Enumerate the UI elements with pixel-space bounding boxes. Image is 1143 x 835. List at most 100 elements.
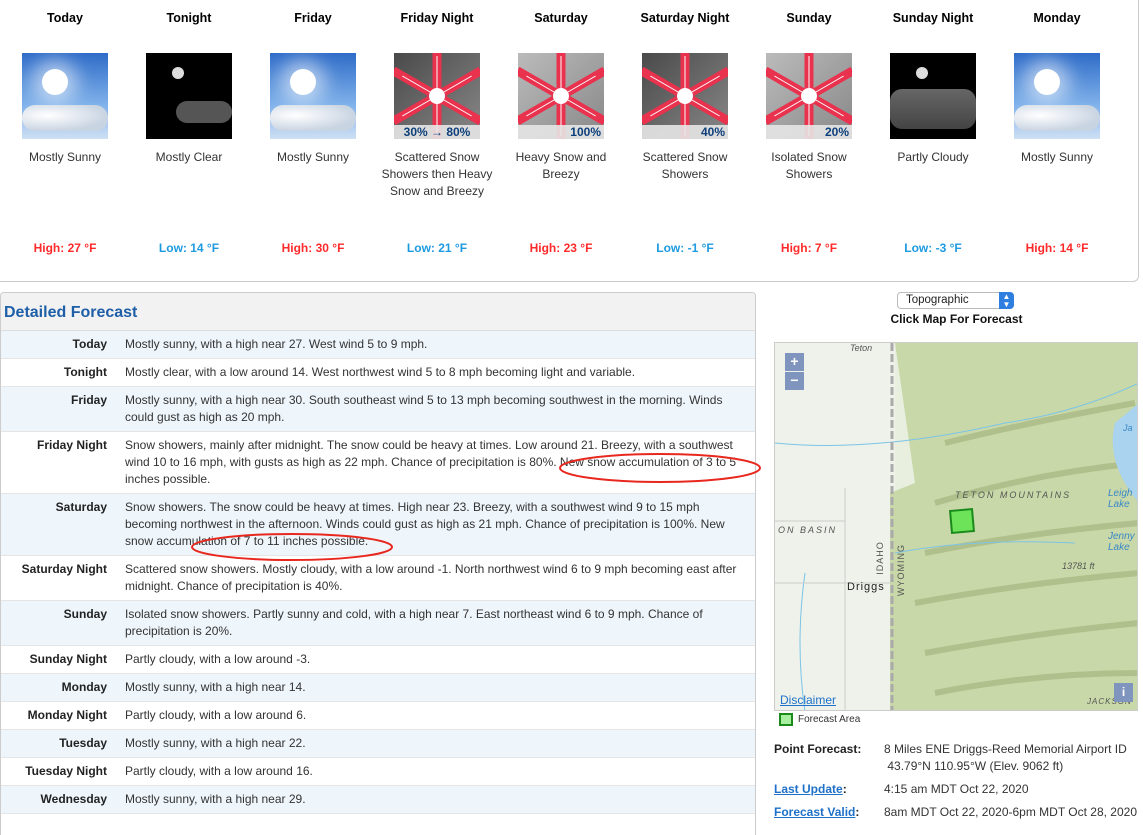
row-period: Wednesday <box>40 792 107 806</box>
period-temperature: Low: -3 °F <box>904 241 962 255</box>
short-description: Mostly Clear <box>155 150 223 164</box>
map-label-ja: Ja <box>1123 423 1133 433</box>
row-text: Partly cloudy, with a low around 16. <box>125 764 313 778</box>
forecast-period: Saturday Night 40% Scattered Snow Showers L… <box>623 10 747 255</box>
map-label-idaho: IDAHO <box>874 541 885 575</box>
last-update-row: Last Update: 4:15 am MDT Oct 22, 2020 <box>774 782 1029 796</box>
period-name: Sunday <box>786 11 832 25</box>
period-name: Saturday Night <box>640 11 730 25</box>
sunny-icon <box>1014 53 1100 139</box>
click-map-label: Click Map For Forecast <box>890 312 1023 326</box>
snow-icon: 20% <box>766 53 852 139</box>
map-label-driggs: Driggs <box>847 581 885 593</box>
detailed-forecast-row: Sunday Night Partly cloudy, with a low ar… <box>1 646 755 674</box>
period-temperature: High: 27 °F <box>33 241 97 255</box>
map-label-jenny: Jenny Lake <box>1108 531 1135 553</box>
row-period: Tonight <box>63 365 107 379</box>
period-name: Friday <box>294 11 332 25</box>
disclaimer-link[interactable]: Disclaimer <box>780 693 836 707</box>
row-text: Isolated snow showers. Partly sunny and … <box>125 607 703 638</box>
detailed-forecast-row: Tonight Mostly clear, with a low around 1… <box>1 359 755 387</box>
row-text: Snow showers. The snow could be heavy at… <box>125 500 725 548</box>
forecast-area-legend-icon <box>779 713 793 726</box>
period-temperature: High: 30 °F <box>281 241 345 255</box>
forecast-period: Saturday 100% Heavy Snow and Breezy High: 2… <box>499 10 623 255</box>
tombstone-forecast: Today Mostly Sunny High: 27 °F Tonight Mostl… <box>0 0 1139 282</box>
period-temperature: High: 23 °F <box>529 241 593 255</box>
row-period: Saturday <box>55 500 107 514</box>
row-period: Monday Night <box>27 708 107 722</box>
precip-chance: 40% <box>642 125 728 139</box>
period-name: Today <box>47 11 83 25</box>
snow-icon: 30% → 80% <box>394 53 480 139</box>
period-name: Monday <box>1033 11 1081 25</box>
forecast-period: Monday Mostly Sunny High: 14 °F <box>995 10 1119 255</box>
period-name: Tonight <box>166 11 212 25</box>
forecast-period: Tonight Mostly Clear Low: 14 °F <box>127 10 251 255</box>
precip-chance: 30% → 80% <box>394 125 480 139</box>
zoom-in-button[interactable]: + <box>785 353 804 371</box>
last-update-link[interactable]: Last Update <box>774 782 843 796</box>
row-period: Friday Night <box>36 438 107 452</box>
detailed-forecast-row: Friday Mostly sunny, with a high near 30.… <box>1 387 755 432</box>
short-description: Partly Cloudy <box>897 150 969 164</box>
detailed-forecast-title: Detailed Forecast <box>1 293 755 331</box>
short-description: Heavy Snow and Breezy <box>515 150 607 181</box>
map-label-basin: ON BASIN <box>778 525 838 535</box>
row-period: Saturday Night <box>21 562 107 576</box>
forecast-period: Sunday 20% Isolated Snow Showers High: 7 °F <box>747 10 871 255</box>
row-text: Mostly clear, with a low around 14. West… <box>125 365 636 379</box>
period-temperature: High: 7 °F <box>780 241 838 255</box>
period-name: Sunday Night <box>892 11 974 25</box>
zoom-out-button[interactable]: − <box>785 372 804 390</box>
detailed-forecast-row: Wednesday Mostly sunny, with a high near … <box>1 786 755 814</box>
map-label-mountains: TETON MOUNTAINS <box>955 490 1072 500</box>
sunny-icon <box>270 53 356 139</box>
sunny-icon <box>22 53 108 139</box>
point-forecast-value: 8 Miles ENE Driggs-Reed Memorial Airport… <box>884 742 1127 756</box>
row-text: Mostly sunny, with a high near 29. <box>125 792 306 806</box>
forecast-valid-row: Forecast Valid: 8am MDT Oct 22, 2020-6pm … <box>774 805 1137 819</box>
legend-label: Forecast Area <box>798 714 861 725</box>
row-period: Tuesday <box>59 736 107 750</box>
detailed-forecast-row: Tuesday Night Partly cloudy, with a low a… <box>1 758 755 786</box>
detailed-forecast-row: Monday Mostly sunny, with a high near 14. <box>1 674 755 702</box>
map-legend: Forecast Area <box>779 713 860 726</box>
detailed-forecast-row: Saturday Snow showers. The snow could be … <box>1 494 755 556</box>
period-temperature: Low: -1 °F <box>656 241 714 255</box>
period-name: Saturday <box>534 11 588 25</box>
forecast-period: Friday Mostly Sunny High: 30 °F <box>251 10 375 255</box>
precip-chance: 20% <box>766 125 852 139</box>
short-description: Isolated Snow Showers <box>771 150 847 181</box>
select-arrows-icon: ▲ ▼ <box>999 292 1014 309</box>
detailed-forecast-row: Today Mostly sunny, with a high near 27. … <box>1 331 755 359</box>
row-text: Mostly sunny, with a high near 14. <box>125 680 306 694</box>
clear-night-icon <box>146 53 232 139</box>
forecast-area-marker <box>948 507 976 535</box>
period-temperature: Low: 14 °F <box>158 241 220 255</box>
forecast-valid-link[interactable]: Forecast Valid <box>774 805 855 819</box>
forecast-period: Today Mostly Sunny High: 27 °F <box>3 10 127 255</box>
row-period: Today <box>72 337 107 351</box>
row-period: Tuesday Night <box>25 764 107 778</box>
period-temperature: High: 14 °F <box>1025 241 1089 255</box>
short-description: Mostly Sunny <box>28 150 102 164</box>
partly-cloudy-night-icon <box>890 53 976 139</box>
detailed-forecast-panel: Detailed Forecast Today Mostly sunny, wit… <box>0 292 756 835</box>
short-description: Scattered Snow Showers <box>642 150 728 181</box>
forecast-map[interactable]: + − Teton TETON MOUNTAINS ON BASIN IDAHO… <box>774 342 1138 711</box>
period-temperature: Low: 21 °F <box>406 241 468 255</box>
point-forecast-label: Point Forecast: <box>774 742 862 756</box>
map-label-wyoming: WYOMING <box>896 544 906 596</box>
map-type-select[interactable]: Topographic ▲ ▼ <box>897 292 1014 309</box>
row-text: Scattered snow showers. Mostly cloudy, w… <box>125 562 737 593</box>
detailed-forecast-row: Sunday Isolated snow showers. Partly sunn… <box>1 601 755 646</box>
detailed-forecast-row: Saturday Night Scattered snow showers. Mo… <box>1 556 755 601</box>
detailed-forecast-row: Monday Night Partly cloudy, with a low ar… <box>1 702 755 730</box>
period-name: Friday Night <box>400 11 474 25</box>
map-type-value: Topographic <box>906 294 969 306</box>
info-button[interactable]: i <box>1114 683 1133 702</box>
map-label-teton: Teton <box>850 343 873 353</box>
forecast-period: Friday Night 30% → 80% Scattered Snow Show… <box>375 10 499 255</box>
detailed-forecast-row: Friday Night Snow showers, mainly after m… <box>1 432 755 494</box>
